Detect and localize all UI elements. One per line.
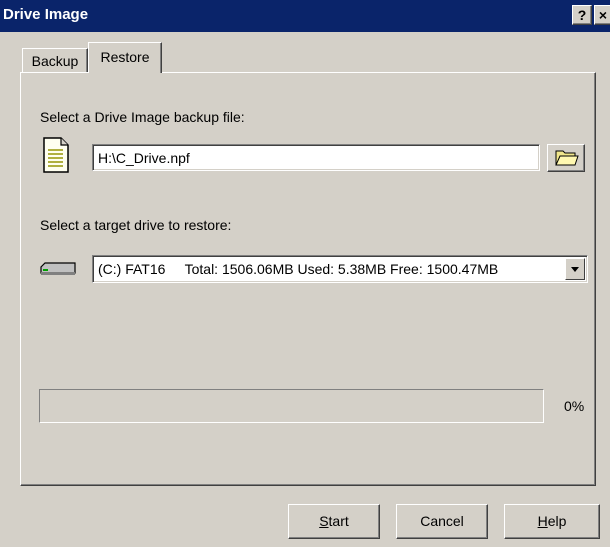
window-title: Drive Image [3, 6, 89, 23]
help-title-button[interactable]: ? [572, 5, 592, 25]
start-button-label: Start [319, 513, 349, 529]
target-drive-value: (C:) FAT16 Total: 1506.06MB Used: 5.38MB… [98, 261, 499, 277]
title-bar: Drive Image ? × [0, 0, 610, 32]
cancel-button[interactable]: Cancel [396, 504, 488, 539]
backup-file-label: Select a Drive Image backup file: [40, 109, 245, 125]
open-folder-icon [555, 150, 579, 166]
browse-button[interactable] [547, 144, 585, 172]
progress-bar [39, 389, 544, 423]
restore-panel: Select a Drive Image backup file: H:\C_D… [20, 72, 596, 486]
tab-restore[interactable]: Restore [88, 42, 162, 73]
close-button[interactable]: × [594, 5, 610, 25]
help-button[interactable]: Help [504, 504, 600, 539]
target-drive-select[interactable]: (C:) FAT16 Total: 1506.06MB Used: 5.38MB… [92, 255, 588, 283]
backup-file-value: H:\C_Drive.npf [98, 150, 190, 166]
start-button[interactable]: Start [288, 504, 380, 539]
tab-backup[interactable]: Backup [22, 48, 88, 72]
tab-backup-label: Backup [31, 53, 79, 69]
progress-percent: 0% [564, 398, 585, 414]
tab-restore-label: Restore [100, 49, 150, 65]
cancel-button-label: Cancel [420, 513, 464, 529]
chevron-down-icon[interactable] [565, 258, 585, 280]
hard-drive-icon [40, 261, 76, 277]
backup-file-input[interactable]: H:\C_Drive.npf [92, 144, 540, 171]
target-drive-label: Select a target drive to restore: [40, 217, 232, 233]
help-button-label: Help [537, 513, 567, 529]
document-icon [43, 137, 69, 173]
